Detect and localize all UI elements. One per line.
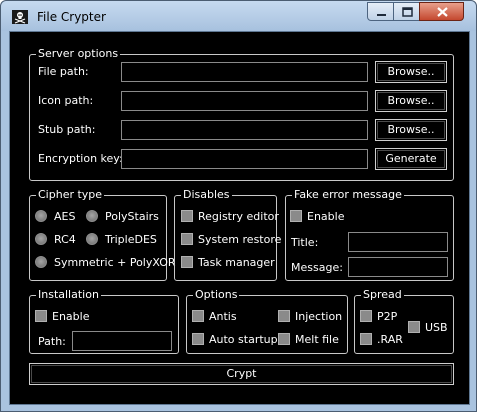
close-icon bbox=[437, 7, 448, 17]
injection-checkbox[interactable] bbox=[278, 310, 290, 322]
stub-path-browse-button[interactable]: Browse.. bbox=[375, 119, 447, 141]
rc4-radio[interactable] bbox=[35, 233, 47, 245]
polystairs-radio[interactable] bbox=[86, 210, 98, 222]
fake-error-title-input[interactable] bbox=[348, 232, 448, 252]
tripledes-label: TripleDES bbox=[105, 233, 157, 246]
options-legend: Options bbox=[193, 288, 240, 302]
system-restore-label: System restore bbox=[198, 233, 282, 246]
system-restore-checkbox[interactable] bbox=[181, 233, 193, 245]
client-area: Server options File path: Browse.. Icon … bbox=[9, 31, 470, 405]
server-options-group: Server options File path: Browse.. Icon … bbox=[29, 47, 454, 181]
rc4-label: RC4 bbox=[54, 233, 76, 246]
fake-error-enable-label: Enable bbox=[307, 210, 345, 223]
usb-label: USB bbox=[425, 321, 448, 334]
p2p-checkbox[interactable] bbox=[360, 310, 372, 322]
server-options-legend: Server options bbox=[36, 47, 121, 61]
p2p-label: P2P bbox=[377, 310, 398, 323]
auto-startup-checkbox[interactable] bbox=[192, 333, 204, 345]
spread-legend: Spread bbox=[361, 288, 404, 302]
antis-checkbox[interactable] bbox=[192, 310, 204, 322]
disables-group: Disables Registry editor System restore … bbox=[174, 188, 281, 281]
file-path-browse-button[interactable]: Browse.. bbox=[375, 61, 447, 83]
minimize-button[interactable] bbox=[367, 2, 394, 21]
installation-enable-label: Enable bbox=[52, 310, 90, 323]
stub-path-input[interactable] bbox=[121, 120, 368, 140]
app-window: File Crypter Server options File path: B… bbox=[0, 0, 477, 412]
installation-legend: Installation bbox=[36, 288, 101, 302]
disables-legend: Disables bbox=[181, 188, 232, 202]
aes-label: AES bbox=[54, 210, 76, 223]
melt-file-label: Melt file bbox=[295, 333, 339, 346]
injection-label: Injection bbox=[295, 310, 343, 323]
fake-error-legend: Fake error message bbox=[292, 188, 404, 202]
maximize-icon bbox=[402, 7, 413, 17]
task-manager-checkbox[interactable] bbox=[181, 256, 193, 268]
stub-path-label: Stub path: bbox=[38, 123, 96, 136]
minimize-icon bbox=[377, 14, 386, 16]
polystairs-label: PolyStairs bbox=[105, 210, 159, 223]
fake-error-message-input[interactable] bbox=[348, 257, 448, 277]
icon-path-label: Icon path: bbox=[38, 94, 94, 107]
maximize-button[interactable] bbox=[393, 2, 420, 21]
registry-editor-label: Registry editor bbox=[198, 210, 279, 223]
rar-label: .RAR bbox=[377, 333, 403, 346]
encryption-key-label: Encryption key: bbox=[38, 152, 123, 165]
symmetric-polyxor-radio[interactable] bbox=[35, 256, 47, 268]
icon-path-browse-button[interactable]: Browse.. bbox=[375, 90, 447, 112]
fake-error-enable-checkbox[interactable] bbox=[290, 210, 302, 222]
window-title: File Crypter bbox=[37, 10, 106, 24]
installation-path-input[interactable] bbox=[72, 331, 172, 351]
file-path-input[interactable] bbox=[121, 62, 368, 82]
registry-editor-checkbox[interactable] bbox=[181, 210, 193, 222]
usb-checkbox[interactable] bbox=[408, 321, 420, 333]
options-group: Options Antis Injection Auto startup Mel… bbox=[186, 288, 348, 354]
encryption-key-input[interactable] bbox=[121, 149, 368, 169]
installation-group: Installation Enable Path: bbox=[29, 288, 179, 354]
icon-path-input[interactable] bbox=[121, 91, 368, 111]
melt-file-checkbox[interactable] bbox=[278, 333, 290, 345]
symmetric-polyxor-label: Symmetric + PolyXOR bbox=[54, 256, 176, 269]
close-button[interactable] bbox=[419, 2, 464, 21]
aes-radio[interactable] bbox=[35, 210, 47, 222]
cipher-type-group: Cipher type AES PolyStairs RC4 TripleDES… bbox=[29, 188, 176, 281]
fake-error-message-label: Message: bbox=[291, 261, 343, 274]
skull-crossbones-icon bbox=[12, 10, 28, 24]
cipher-type-legend: Cipher type bbox=[36, 188, 105, 202]
file-path-label: File path: bbox=[38, 65, 89, 78]
title-bar[interactable]: File Crypter bbox=[1, 1, 476, 31]
tripledes-radio[interactable] bbox=[86, 233, 98, 245]
task-manager-label: Task manager bbox=[198, 256, 275, 269]
generate-button[interactable]: Generate bbox=[375, 148, 447, 170]
fake-error-group: Fake error message Enable Title: Message… bbox=[285, 188, 454, 281]
installation-enable-checkbox[interactable] bbox=[35, 310, 47, 322]
spread-group: Spread P2P USB .RAR bbox=[354, 288, 454, 354]
crypt-button[interactable]: Crypt bbox=[29, 363, 454, 385]
auto-startup-label: Auto startup bbox=[209, 333, 278, 346]
rar-checkbox[interactable] bbox=[360, 333, 372, 345]
antis-label: Antis bbox=[209, 310, 237, 323]
fake-error-title-label: Title: bbox=[291, 236, 319, 249]
installation-path-label: Path: bbox=[38, 335, 66, 348]
